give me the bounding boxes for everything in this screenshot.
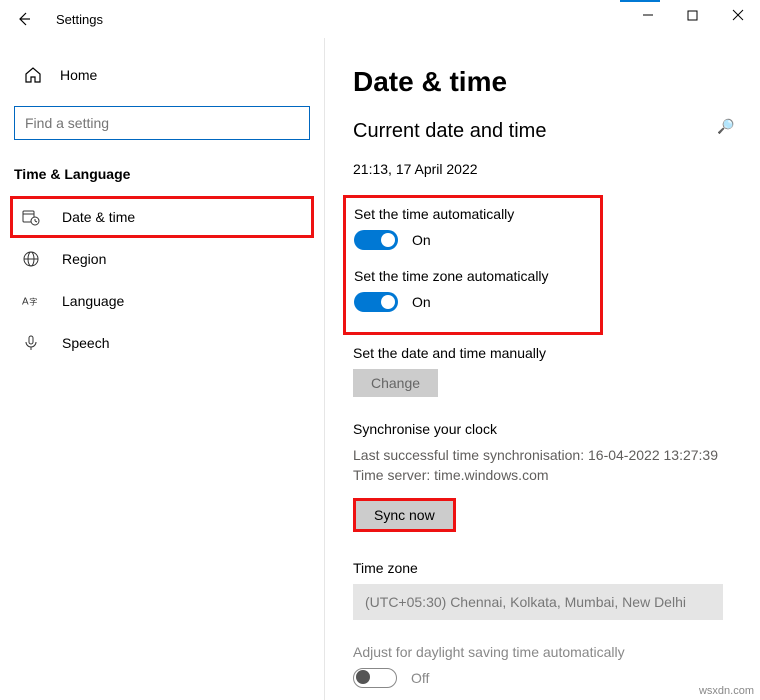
main-content: Date & time Current date and time 21:13,… — [325, 38, 760, 700]
sidebar-item-language[interactable]: A字 Language — [0, 280, 324, 322]
sidebar-item-label: Date & time — [62, 209, 135, 225]
globe-icon — [22, 250, 42, 268]
home-label: Home — [60, 67, 97, 83]
minimize-button[interactable] — [625, 0, 670, 30]
svg-text:字: 字 — [29, 297, 37, 307]
close-button[interactable] — [715, 0, 760, 30]
maximize-button[interactable] — [670, 0, 715, 30]
dst-toggle — [353, 668, 397, 688]
microphone-icon — [22, 334, 42, 352]
current-datetime: 21:13, 17 April 2022 — [353, 161, 740, 177]
sidebar-item-speech[interactable]: Speech — [0, 322, 324, 364]
sidebar-item-label: Speech — [62, 335, 109, 351]
highlight-auto-settings: Set the time automatically On Set the ti… — [343, 195, 603, 335]
calendar-clock-icon — [22, 208, 42, 226]
tz-heading: Time zone — [353, 560, 740, 576]
auto-time-toggle[interactable] — [354, 230, 398, 250]
sidebar-item-label: Language — [62, 293, 124, 309]
window-title: Settings — [56, 12, 103, 27]
watermark: wsxdn.com — [699, 685, 754, 697]
category-heading: Time & Language — [0, 140, 324, 196]
sync-server-line: Time server: time.windows.com — [353, 465, 740, 485]
sidebar-item-date-time[interactable]: Date & time — [10, 196, 314, 238]
dst-state: Off — [411, 670, 429, 686]
page-title: Date & time — [353, 66, 740, 98]
section-subheading: Current date and time — [353, 120, 740, 143]
search-icon: 🔍 — [717, 118, 734, 135]
auto-tz-state: On — [412, 294, 431, 310]
timezone-select[interactable]: (UTC+05:30) Chennai, Kolkata, Mumbai, Ne… — [353, 584, 723, 620]
sync-highlight: Sync now — [353, 498, 456, 532]
svg-text:A: A — [22, 297, 29, 308]
sidebar-item-label: Region — [62, 251, 106, 267]
search-input[interactable] — [14, 106, 310, 140]
sync-now-button[interactable]: Sync now — [356, 501, 453, 529]
auto-tz-toggle[interactable] — [354, 292, 398, 312]
back-button[interactable] — [10, 5, 38, 33]
home-icon — [24, 66, 42, 84]
language-icon: A字 — [22, 292, 42, 310]
dst-label: Adjust for daylight saving time automati… — [353, 644, 740, 660]
auto-time-state: On — [412, 232, 431, 248]
auto-tz-label: Set the time zone automatically — [354, 268, 592, 284]
sidebar-item-region[interactable]: Region — [0, 238, 324, 280]
sync-last-line: Last successful time synchronisation: 16… — [353, 445, 740, 465]
sidebar: Home 🔍 Time & Language Date & time Regio… — [0, 38, 325, 700]
auto-time-label: Set the time automatically — [354, 206, 592, 222]
manual-label: Set the date and time manually — [353, 345, 740, 361]
home-nav[interactable]: Home — [0, 58, 324, 92]
change-button: Change — [353, 369, 438, 397]
sync-heading: Synchronise your clock — [353, 421, 740, 437]
